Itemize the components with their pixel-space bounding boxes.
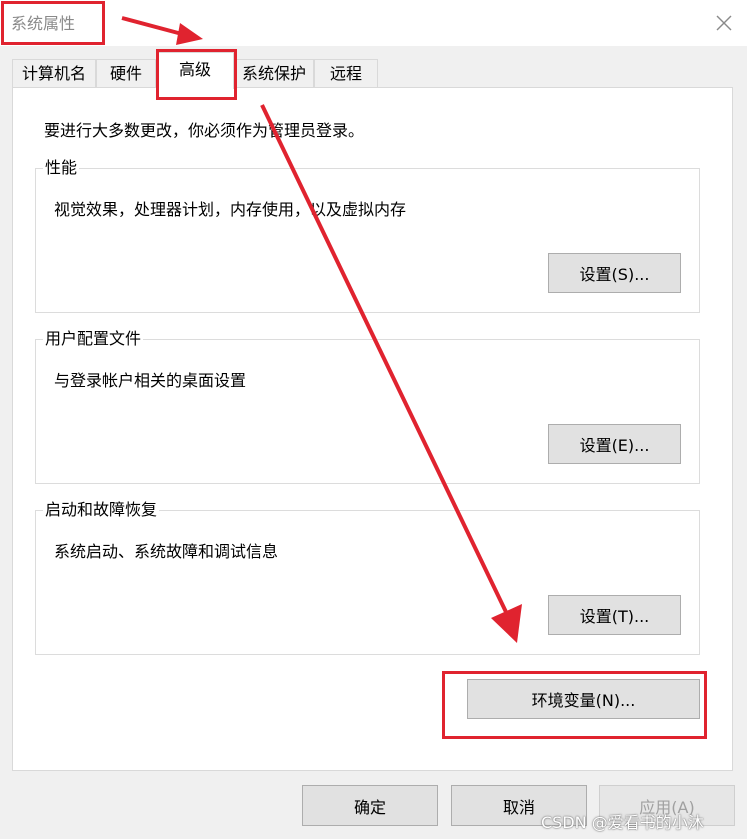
close-button[interactable] <box>701 0 747 46</box>
startup-recovery-settings-button[interactable]: 设置(T)... <box>548 595 681 635</box>
ok-button[interactable]: 确定 <box>302 785 438 826</box>
title-bar: 系统属性 <box>0 0 747 46</box>
close-icon <box>716 15 732 31</box>
group-description: 系统启动、系统故障和调试信息 <box>54 542 279 561</box>
user-profiles-settings-button[interactable]: 设置(E)... <box>548 424 681 464</box>
environment-variables-button[interactable]: 环境变量(N)... <box>467 679 700 719</box>
tab-computer-name[interactable]: 计算机名 <box>12 59 96 88</box>
group-title: 性能 <box>43 158 80 178</box>
tab-bar: 计算机名 硬件 高级 系统保护 远程 <box>0 52 747 89</box>
tab-advanced[interactable]: 高级 <box>156 52 234 89</box>
tab-remote[interactable]: 远程 <box>314 59 378 88</box>
window-title: 系统属性 <box>11 14 76 33</box>
performance-settings-button[interactable]: 设置(S)... <box>548 253 681 293</box>
group-title: 用户配置文件 <box>43 329 144 349</box>
group-description: 视觉效果，处理器计划，内存使用，以及虚拟内存 <box>54 200 407 219</box>
watermark: CSDN @爱看书的小沐 <box>541 813 704 832</box>
group-description: 与登录帐户相关的桌面设置 <box>54 371 247 390</box>
tab-hardware[interactable]: 硬件 <box>96 59 156 88</box>
admin-notice: 要进行大多数更改，你必须作为管理员登录。 <box>44 121 365 140</box>
tab-system-protection[interactable]: 系统保护 <box>234 59 314 88</box>
group-title: 启动和故障恢复 <box>43 500 160 520</box>
